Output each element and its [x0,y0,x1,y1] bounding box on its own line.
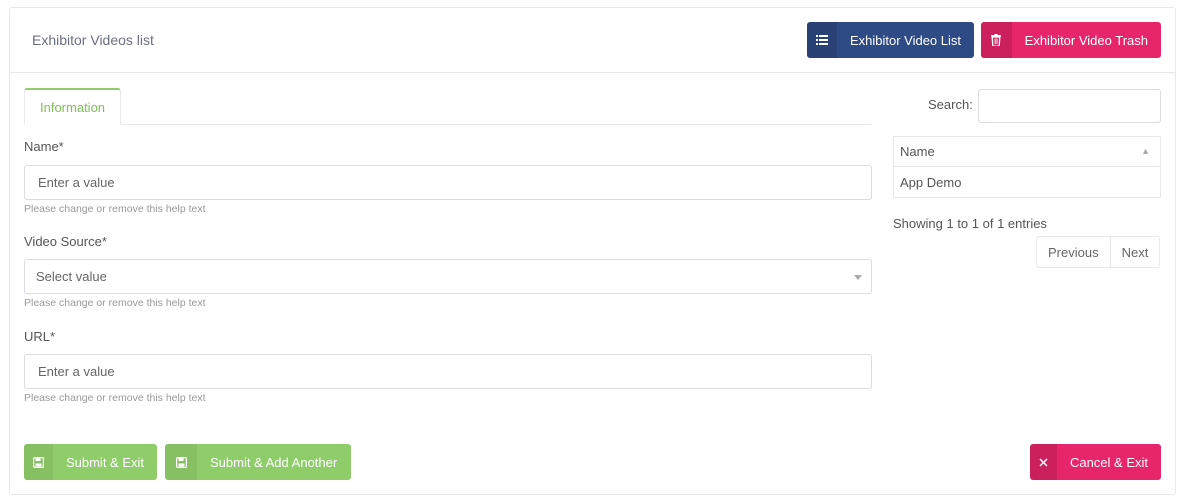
search-input[interactable] [978,89,1161,123]
submit-exit-label: Submit & Exit [65,454,144,470]
table-row[interactable]: App Demo [894,167,1160,197]
submit-add-another-button[interactable]: Submit & Add Another [165,444,351,480]
save-icon [165,444,197,480]
table-info: Showing 1 to 1 of 1 entries [893,216,1047,231]
exhibitor-video-list-label: Exhibitor Video List [849,32,961,48]
sort-up-icon: ▲ [1141,146,1150,156]
cancel-exit-label: Cancel & Exit [1069,454,1148,470]
list-icon [807,22,837,58]
previous-page-button[interactable]: Previous [1037,237,1110,267]
video-source-help-text: Please change or remove this help text [24,297,206,309]
trash-icon [981,22,1012,58]
chevron-down-icon [854,275,862,280]
name-help-text: Please change or remove this help text [24,203,206,215]
video-source-select[interactable]: Select value [24,259,872,294]
panel-header: Exhibitor Videos list Exhibitor Video Li… [10,8,1175,73]
page-title: Exhibitor Videos list [32,32,154,48]
exhibitor-videos-panel: Exhibitor Videos list Exhibitor Video Li… [9,7,1176,495]
exhibitor-video-list-button[interactable]: Exhibitor Video List [807,22,974,58]
close-icon [1030,444,1057,480]
submit-add-another-label: Submit & Add Another [210,454,338,470]
column-header-name[interactable]: Name ▲ [894,137,1160,167]
url-help-text: Please change or remove this help text [24,392,206,404]
tab-information[interactable]: Information [24,88,122,125]
exhibitor-video-trash-label: Exhibitor Video Trash [1024,32,1148,48]
video-source-label: Video Source* [24,234,107,249]
table-cell-name: App Demo [900,174,962,190]
save-icon [24,444,53,480]
submit-exit-button[interactable]: Submit & Exit [24,444,157,480]
cancel-exit-button[interactable]: Cancel & Exit [1030,444,1161,480]
column-header-label: Name [900,144,935,159]
video-source-placeholder: Select value [36,269,107,284]
videos-table: Name ▲ App Demo [893,136,1161,198]
search-label: Search: [928,97,973,112]
form-tabs: Information [24,88,872,125]
exhibitor-video-trash-button[interactable]: Exhibitor Video Trash [981,22,1161,58]
pagination: Previous Next [1036,236,1161,268]
name-input[interactable] [24,165,872,200]
url-input[interactable] [24,354,872,389]
url-label: URL* [24,329,56,344]
next-page-button[interactable]: Next [1109,237,1160,267]
name-label: Name* [24,139,64,154]
